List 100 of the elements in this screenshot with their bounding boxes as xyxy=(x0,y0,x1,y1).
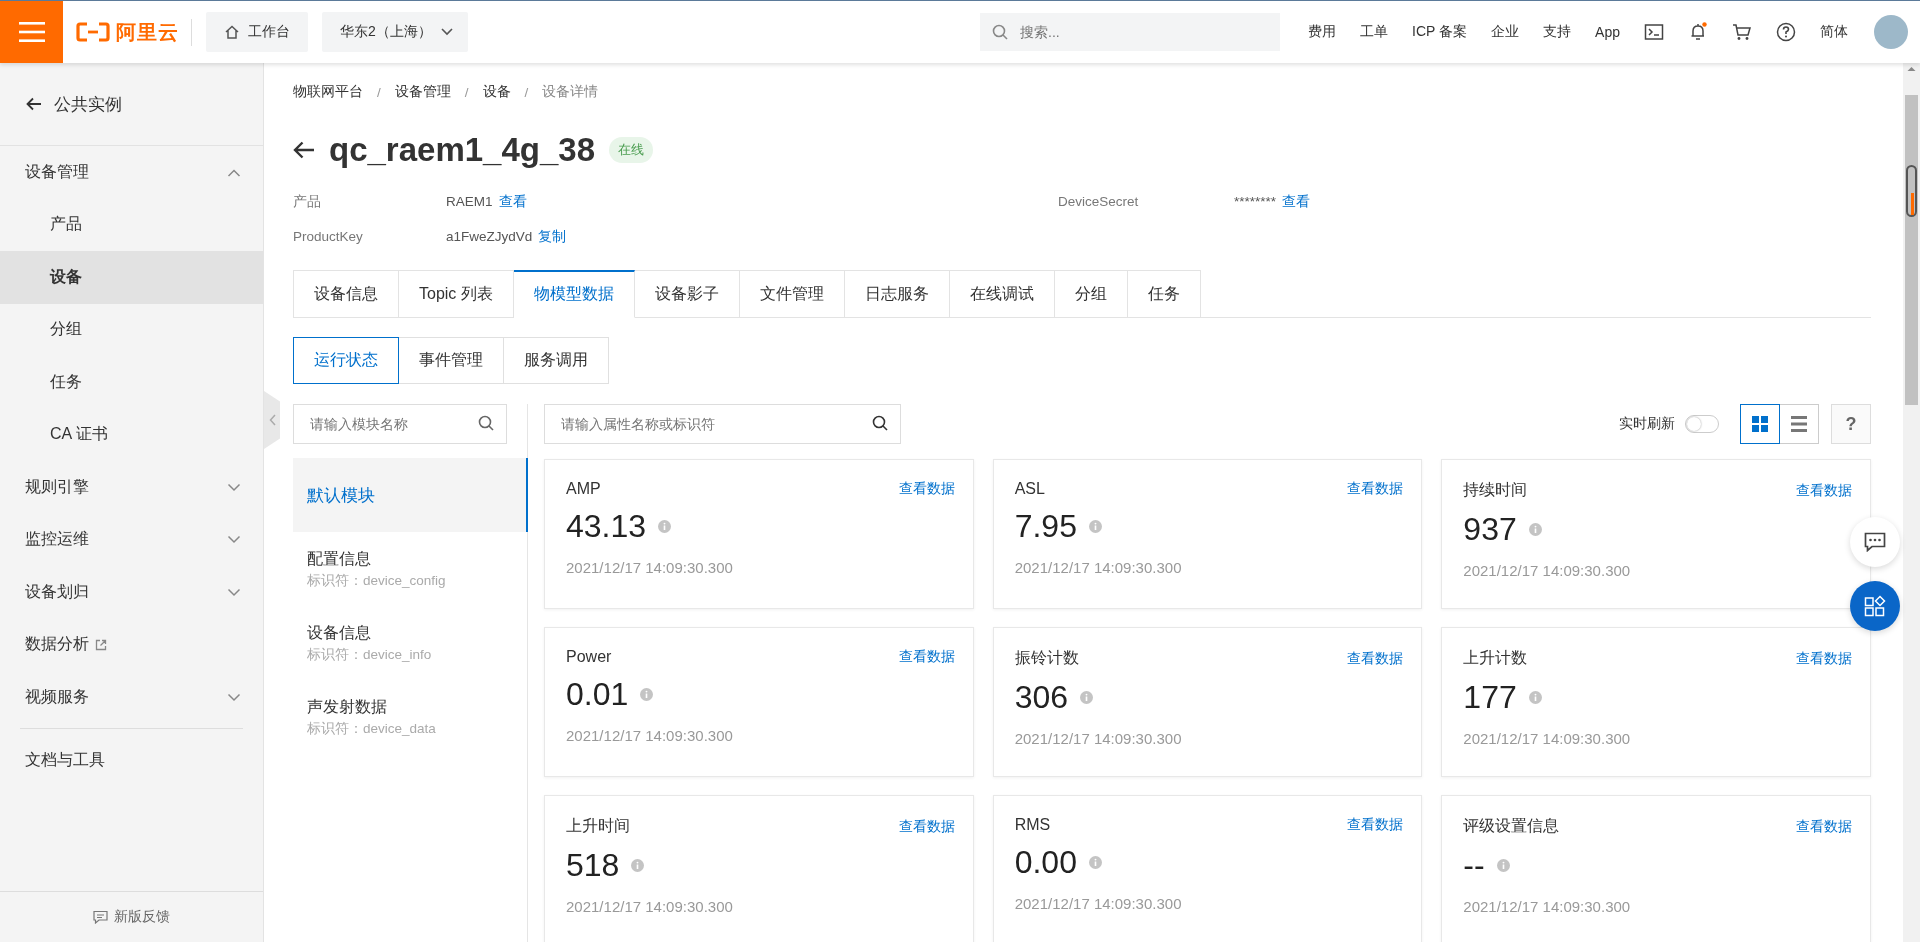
field-label: 产品 xyxy=(293,192,322,211)
view-data-link[interactable]: 查看数据 xyxy=(1347,649,1404,668)
sidebar-item[interactable]: 规则引擎 xyxy=(0,461,263,514)
breadcrumb-link[interactable]: 物联网平台 xyxy=(293,83,363,101)
search-field[interactable]: 搜索... xyxy=(980,13,1281,51)
tab[interactable]: 设备影子 xyxy=(634,270,740,318)
chat-button[interactable] xyxy=(1850,517,1900,567)
sidebar-item[interactable]: 设备划归 xyxy=(0,566,263,619)
tab[interactable]: 文件管理 xyxy=(739,270,845,318)
help-icon[interactable] xyxy=(1776,22,1796,42)
realtime-refresh-label: 实时刷新 xyxy=(1619,415,1675,433)
nav-link[interactable]: App xyxy=(1595,24,1620,40)
breadcrumb-link[interactable]: 设备管理 xyxy=(394,83,451,101)
tab[interactable]: 分组 xyxy=(1054,270,1128,318)
sidebar-item[interactable]: 文档与工具 xyxy=(0,734,263,787)
sidebar-subitem[interactable]: 设备 xyxy=(0,251,263,304)
sidebar-item[interactable]: 监控运维 xyxy=(0,513,263,566)
property-name: Power xyxy=(566,648,612,666)
back-link[interactable]: 公共实例 xyxy=(0,63,263,146)
sub-tab[interactable]: 运行状态 xyxy=(293,337,399,384)
property-timestamp: 2021/12/17 14:09:30.300 xyxy=(1014,895,1183,912)
view-data-link[interactable]: 查看数据 xyxy=(1796,649,1852,668)
sidebar-subitem[interactable]: 分组 xyxy=(0,303,263,356)
sidebar-subitem[interactable]: 任务 xyxy=(0,356,263,409)
sidebar-item-label: 设备划归 xyxy=(25,581,89,602)
property-timestamp: 2021/12/17 14:09:30.300 xyxy=(1014,559,1183,576)
field-value: RAEM1 xyxy=(446,194,493,209)
module-identifier: 标识符：device_info xyxy=(307,645,433,664)
sidebar-item[interactable]: 设备管理 xyxy=(0,146,263,199)
menu-button[interactable] xyxy=(0,1,63,63)
view-data-link[interactable]: 查看数据 xyxy=(898,648,955,666)
module-item[interactable]: 配置信息 标识符：device_config xyxy=(293,532,527,606)
info-icon xyxy=(631,859,645,872)
apps-button[interactable] xyxy=(1850,581,1900,631)
module-name: 设备信息 xyxy=(307,622,372,643)
tab[interactable]: 物模型数据 xyxy=(513,270,635,318)
field-action-link[interactable]: 查看 xyxy=(1282,192,1311,211)
view-data-link[interactable]: 查看数据 xyxy=(898,817,955,836)
sub-tab[interactable]: 服务调用 xyxy=(503,337,609,384)
field-action-link[interactable]: 查看 xyxy=(498,192,527,211)
module-search-field[interactable]: 请输入模块名称 xyxy=(293,404,507,444)
info-icon xyxy=(1528,691,1542,704)
property-name: 上升计数 xyxy=(1463,648,1528,668)
workbench-button[interactable]: 工作台 xyxy=(206,12,308,52)
property-value: 0.01 xyxy=(566,676,629,713)
nav-link[interactable]: 企业 xyxy=(1491,23,1520,41)
scrollbar-thumb[interactable] xyxy=(1905,95,1918,405)
view-mode-button[interactable] xyxy=(1740,404,1780,444)
terminal-icon[interactable] xyxy=(1644,22,1664,42)
sidebar-item[interactable]: 视频服务 xyxy=(0,671,263,724)
view-data-link[interactable]: 查看数据 xyxy=(1347,816,1404,834)
sidebar-item[interactable]: 数据分析 xyxy=(0,618,263,671)
field-value: ******** xyxy=(1234,194,1277,209)
status-tag: 在线 xyxy=(609,137,654,163)
logo-text: 阿里云 xyxy=(116,19,179,45)
search-icon xyxy=(478,415,495,432)
property-value: 518 xyxy=(566,847,620,884)
property-timestamp: 2021/12/17 14:09:30.300 xyxy=(566,898,734,915)
breadcrumb-separator: / xyxy=(524,84,529,100)
tab[interactable]: Topic 列表 xyxy=(399,270,514,318)
property-timestamp: 2021/12/17 14:09:30.300 xyxy=(1463,730,1632,747)
module-item[interactable]: 声发射数据 标识符：device_data xyxy=(293,680,527,754)
info-icon xyxy=(658,520,672,533)
tab[interactable]: 在线调试 xyxy=(949,270,1055,318)
language-link[interactable]: 简体 xyxy=(1820,23,1848,41)
property-search-field[interactable]: 请输入属性名称或标识符 xyxy=(544,404,901,444)
module-item[interactable]: 默认模块 xyxy=(293,458,528,532)
property-timestamp: 2021/12/17 14:09:30.300 xyxy=(566,727,734,744)
nav-link[interactable]: 费用 xyxy=(1308,23,1337,41)
module-identifier: 标识符：device_config xyxy=(307,571,447,590)
view-data-link[interactable]: 查看数据 xyxy=(1796,481,1852,500)
nav-link[interactable]: 工单 xyxy=(1360,23,1389,41)
region-select[interactable]: 华东2（上海） xyxy=(322,12,468,52)
sidebar-subitem[interactable]: 产品 xyxy=(0,198,263,251)
view-data-link[interactable]: 查看数据 xyxy=(1796,817,1852,836)
breadcrumb-link[interactable]: 设备 xyxy=(482,83,511,101)
toggle-switch[interactable] xyxy=(1685,415,1719,433)
tab[interactable]: 设备信息 xyxy=(293,270,399,318)
field-action-link[interactable]: 复制 xyxy=(538,227,567,246)
property-value: 0.00 xyxy=(1014,844,1077,881)
module-identifier: 标识符：device_data xyxy=(307,719,437,738)
tab[interactable]: 日志服务 xyxy=(844,270,950,318)
back-arrow-icon[interactable] xyxy=(293,141,315,159)
property-value: 7.95 xyxy=(1014,508,1077,545)
module-name: 配置信息 xyxy=(307,548,372,569)
nav-link[interactable]: ICP 备案 xyxy=(1412,23,1468,41)
view-data-link[interactable]: 查看数据 xyxy=(1347,480,1404,498)
property-timestamp: 2021/12/17 14:09:30.300 xyxy=(1463,898,1632,915)
field-value: a1FweZJydVd xyxy=(446,229,533,244)
help-button[interactable]: ? xyxy=(1831,404,1871,444)
view-data-link[interactable]: 查看数据 xyxy=(898,480,955,498)
cart-icon[interactable] xyxy=(1732,22,1752,42)
nav-link[interactable]: 支持 xyxy=(1543,23,1572,41)
sidebar-subitem[interactable]: CA 证书 xyxy=(0,408,263,461)
sub-tab[interactable]: 事件管理 xyxy=(398,337,504,384)
chevron-left-icon xyxy=(268,414,276,426)
tab[interactable]: 任务 xyxy=(1127,270,1201,318)
module-item[interactable]: 设备信息 标识符：device_info xyxy=(293,606,527,680)
info-icon xyxy=(1528,523,1542,536)
feedback-link[interactable]: 新版反馈 xyxy=(0,891,263,942)
